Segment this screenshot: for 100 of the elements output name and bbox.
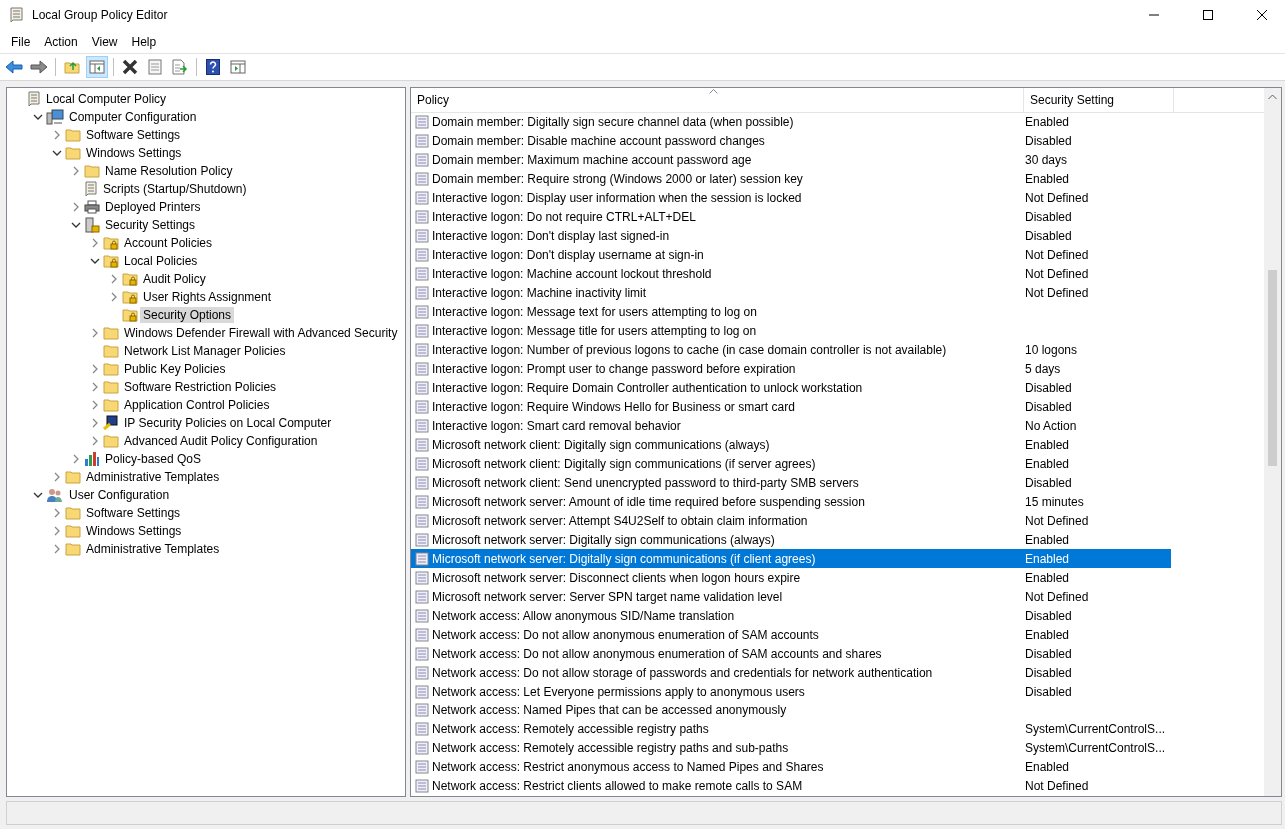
policy-row[interactable]: Interactive logon: Prompt user to change password before expiration 5 days: [411, 359, 1171, 379]
policy-row[interactable]: Microsoft network server: Attempt S4U2Self to obtain claim information Not Defined: [411, 511, 1171, 531]
tree-item[interactable]: Advanced Audit Policy Configuration: [121, 433, 321, 449]
tree-item[interactable]: Network List Manager Policies: [121, 343, 289, 359]
scroll-thumb[interactable]: [1268, 270, 1277, 466]
policy-row[interactable]: Domain member: Maximum machine account password age 30 days: [411, 150, 1171, 170]
policy-row[interactable]: Interactive logon: Number of previous logons to cache (in case domain controller is not available) 10 logons: [411, 340, 1171, 360]
chevron-down-icon[interactable]: [33, 112, 43, 122]
policy-row[interactable]: Domain member: Digitally sign secure channel data (when possible) Enabled: [411, 112, 1171, 132]
policy-row[interactable]: Microsoft network client: Send unencrypted password to third-party SMB servers Disabled: [411, 473, 1171, 493]
setting-value: Enabled: [1024, 115, 1070, 130]
policy-row[interactable]: Interactive logon: Smart card removal behavior No Action: [411, 416, 1171, 436]
policy-icon: [415, 362, 429, 377]
tree-item[interactable]: Software Settings: [83, 505, 184, 521]
tree-item[interactable]: Name Resolution Policy: [102, 163, 236, 179]
policy-row[interactable]: Network access: Named Pipes that can be accessed anonymously: [411, 701, 1171, 720]
policy-row[interactable]: Microsoft network server: Digitally sign communications (always) Enabled: [411, 530, 1171, 550]
policy-row[interactable]: Microsoft network client: Digitally sign communications (always) Enabled: [411, 435, 1171, 455]
menu-item[interactable]: Help: [124, 32, 164, 51]
policy-row[interactable]: Microsoft network server: Digitally sign communications (if client agrees) Enabled: [411, 549, 1171, 569]
tree-item[interactable]: Public Key Policies: [121, 361, 229, 377]
policy-row[interactable]: Domain member: Require strong (Windows 2000 or later) session key Enabled: [411, 169, 1171, 189]
policy-row[interactable]: Microsoft network server: Amount of idle time required before suspending session 15 minutes: [411, 492, 1171, 512]
tree-item[interactable]: Policy-based QoS: [102, 451, 205, 467]
policy-row[interactable]: Microsoft network server: Disconnect clients when logon hours expire Enabled: [411, 568, 1171, 588]
chevron-right-icon[interactable]: [52, 130, 62, 140]
chevron-right-icon[interactable]: [90, 328, 100, 338]
tree-item[interactable]: User Rights Assignment: [140, 289, 275, 305]
chevron-right-icon[interactable]: [71, 202, 81, 212]
policy-row[interactable]: Interactive logon: Don't display username at sign-in Not Defined: [411, 245, 1171, 265]
policy-icon: [415, 494, 429, 509]
chevron-down-icon[interactable]: [90, 256, 100, 266]
tree-item[interactable]: Local Computer Policy: [43, 91, 170, 107]
policy-row[interactable]: Interactive logon: Display user information when the session is locked Not Defined: [411, 188, 1171, 208]
chevron-right-icon[interactable]: [90, 238, 100, 248]
policy-row[interactable]: Interactive logon: Do not require CTRL+ALT+DEL Disabled: [411, 207, 1171, 227]
policy-name: Domain member: Maximum machine account password age: [432, 153, 752, 168]
tree-item[interactable]: Security Settings: [102, 217, 199, 233]
policy-row[interactable]: Interactive logon: Require Domain Controller authentication to unlock workstation Disabled: [411, 378, 1171, 398]
tree-item[interactable]: Scripts (Startup/Shutdown): [100, 181, 250, 197]
policy-row[interactable]: Network access: Restrict clients allowed to make remote calls to SAM Not Defined: [411, 776, 1171, 796]
policy-row[interactable]: Microsoft network server: Server SPN target name validation level Not Defined: [411, 587, 1171, 607]
tree-item[interactable]: Deployed Printers: [102, 199, 204, 215]
menu-item[interactable]: Action: [37, 32, 85, 51]
setting-value: Disabled: [1024, 684, 1072, 699]
menu-item[interactable]: View: [84, 32, 125, 51]
users-icon: [46, 487, 64, 503]
policy-row[interactable]: Network access: Do not allow anonymous enumeration of SAM accounts Enabled: [411, 625, 1171, 645]
policy-row[interactable]: Network access: Restrict anonymous access to Named Pipes and Shares Enabled: [411, 757, 1171, 777]
tree-item[interactable]: Audit Policy: [140, 271, 209, 287]
policy-row[interactable]: Interactive logon: Machine account lockout threshold Not Defined: [411, 264, 1171, 284]
policy-row[interactable]: Network access: Remotely accessible registry paths System\CurrentControlS...: [411, 719, 1171, 739]
chevron-right-icon[interactable]: [71, 166, 81, 176]
policy-row[interactable]: Interactive logon: Require Windows Hello for Business or smart card Disabled: [411, 397, 1171, 417]
forward-arrow-icon: [30, 60, 48, 74]
tree-item[interactable]: IP Security Policies on Local Computer: [121, 415, 335, 431]
tree-item[interactable]: Software Restriction Policies: [121, 379, 280, 395]
policy-name: Network access: Named Pipes that can be accessed anonymously: [432, 703, 787, 718]
policy-row[interactable]: Network access: Remotely accessible registry paths and sub-paths System\CurrentControlS...: [411, 738, 1171, 758]
policy-row[interactable]: Microsoft network client: Digitally sign communications (if server agrees) Enabled: [411, 454, 1171, 474]
policy-row[interactable]: Interactive logon: Message title for users attempting to log on: [411, 321, 1171, 341]
policy-row[interactable]: Interactive logon: Machine inactivity limit Not Defined: [411, 283, 1171, 303]
tree-item[interactable]: Windows Settings: [83, 145, 185, 161]
menu-item[interactable]: File: [4, 32, 38, 51]
help-icon: [206, 59, 220, 75]
tree-item[interactable]: Local Policies: [121, 253, 201, 269]
setting-value: Disabled: [1024, 381, 1072, 395]
policy-row[interactable]: Network access: Do not allow anonymous enumeration of SAM accounts and shares Disabled: [411, 644, 1171, 664]
policy-icon: [415, 172, 429, 187]
tree-item[interactable]: Software Settings: [83, 127, 184, 143]
chevron-down-icon[interactable]: [52, 148, 62, 158]
column-header[interactable]: Security Setting: [1024, 88, 1174, 112]
chevron-down-icon[interactable]: [33, 490, 43, 500]
policy-row[interactable]: Network access: Allow anonymous SID/Name translation Disabled: [411, 606, 1171, 626]
policy-icon: [415, 418, 429, 433]
scroll-icon: [27, 91, 41, 107]
tree-item[interactable]: Administrative Templates: [83, 541, 223, 557]
tree-item[interactable]: Administrative Templates: [83, 469, 223, 485]
tree-item[interactable]: Account Policies: [121, 235, 216, 251]
scroll-icon: [84, 181, 98, 197]
policy-row[interactable]: Network access: Let Everyone permissions apply to anonymous users Disabled: [411, 682, 1171, 701]
policy-icon: [415, 684, 429, 699]
scrollbar[interactable]: [1264, 88, 1281, 796]
policy-row[interactable]: Interactive logon: Don't display last signed-in Disabled: [411, 226, 1171, 246]
close-icon: [1257, 10, 1267, 20]
tree-item[interactable]: Application Control Policies: [121, 397, 273, 413]
tree-item[interactable]: Windows Defender Firewall with Advanced Security: [121, 325, 401, 341]
tree-item[interactable]: Security Options: [140, 307, 235, 323]
policy-name: Network access: Allow anonymous SID/Name translation: [432, 608, 735, 623]
tree-item[interactable]: Windows Settings: [83, 523, 185, 539]
column-header[interactable]: Policy: [411, 88, 1024, 112]
policy-row[interactable]: Interactive logon: Message text for users attempting to log on: [411, 302, 1171, 322]
setting-value: Not Defined: [1024, 513, 1089, 528]
policy-row[interactable]: Domain member: Disable machine account password changes Disabled: [411, 131, 1171, 151]
tree-item[interactable]: User Configuration: [66, 487, 173, 503]
chevron-down-icon[interactable]: [71, 220, 81, 230]
policy-name: Microsoft network server: Amount of idle time required before suspending session: [432, 494, 865, 509]
policy-row[interactable]: Network access: Do not allow storage of passwords and credentials for network authentication Disabled: [411, 663, 1171, 683]
policy-name: Network access: Do not allow anonymous enumeration of SAM accounts and shares: [432, 646, 882, 661]
tree-item[interactable]: Computer Configuration: [66, 109, 200, 125]
